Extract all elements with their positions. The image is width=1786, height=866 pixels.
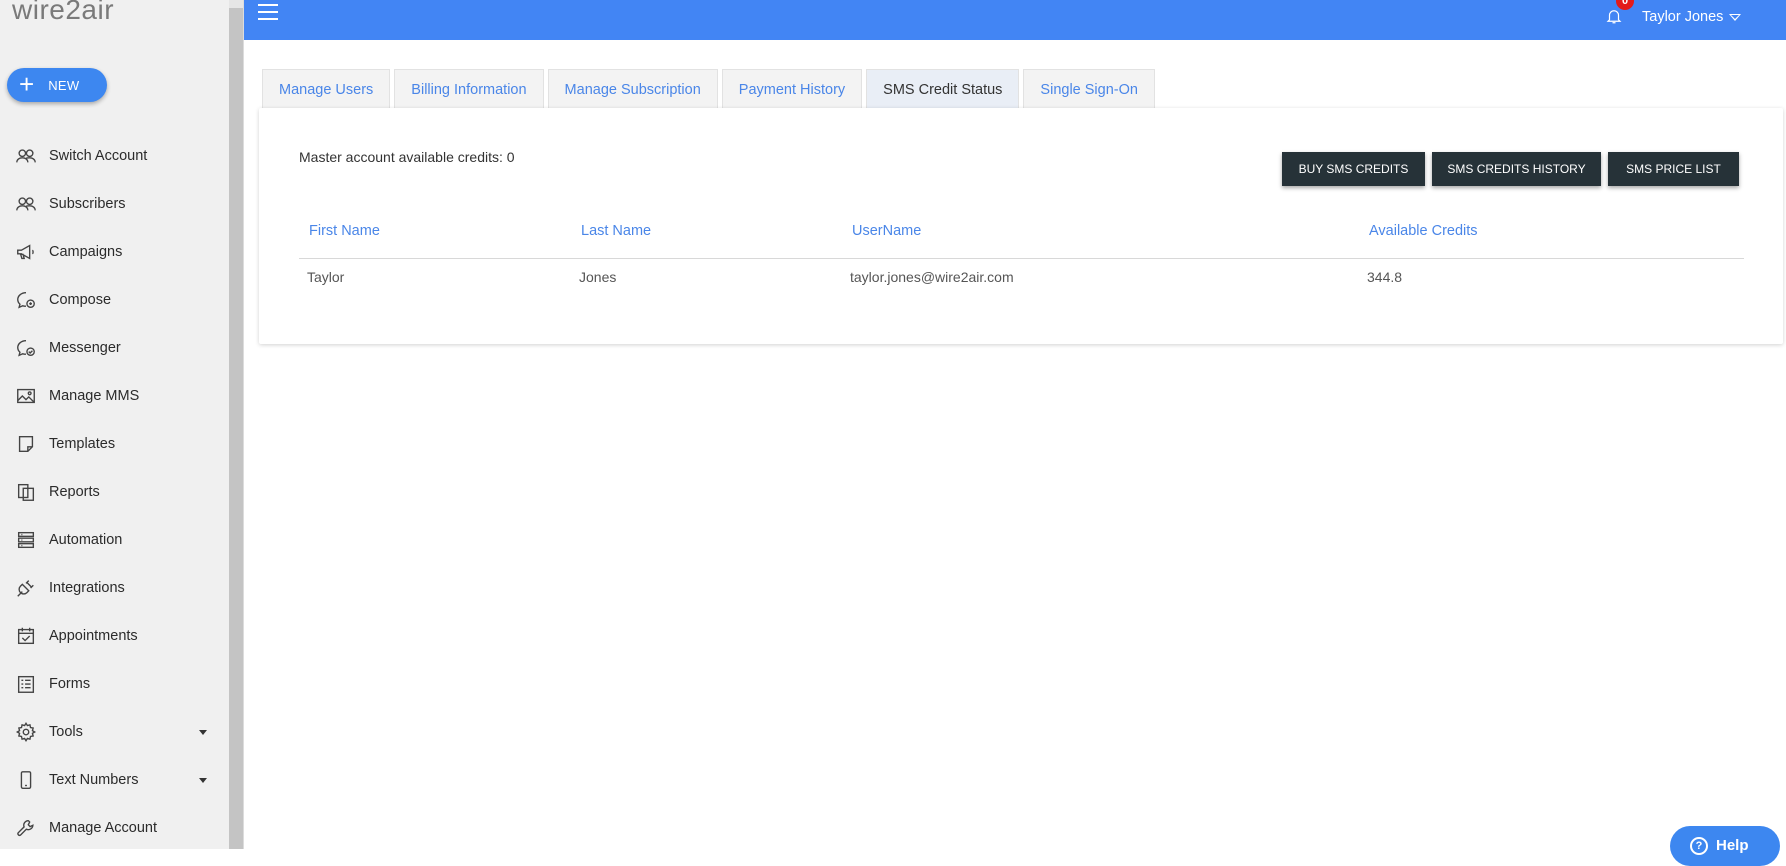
sidebar-item-switch-account[interactable]: Switch Account (0, 132, 229, 180)
master-credits-text: Master account available credits: 0 (299, 149, 515, 165)
column-header-username[interactable]: UserName (852, 223, 921, 239)
sidebar-scrollbar[interactable] (229, 0, 243, 849)
users-icon (14, 144, 38, 168)
sidebar-item-label: Appointments (49, 628, 138, 644)
sidebar-item-label: Switch Account (49, 148, 148, 164)
divider (243, 0, 244, 849)
users-icon (14, 192, 38, 216)
sidebar-item-label: Manage MMS (49, 388, 140, 404)
table-cell-available-credits: 344.8 (1367, 269, 1403, 285)
help-button[interactable]: ? Help (1670, 826, 1780, 866)
top-bar: 0 Taylor Jones (244, 0, 1786, 40)
plug-icon (14, 576, 38, 600)
table-header-divider (299, 258, 1744, 259)
sidebar-item-tools[interactable]: Tools (0, 708, 229, 756)
compose-icon (14, 288, 38, 312)
user-name: Taylor Jones (1642, 9, 1724, 25)
sidebar: wire 2 air + NEW Switch Account Subscrib… (0, 0, 229, 849)
megaphone-icon (14, 240, 38, 264)
buy-sms-credits-button[interactable]: BUY SMS CREDITS (1282, 152, 1425, 186)
sidebar-item-subscribers[interactable]: Subscribers (0, 180, 229, 228)
sidebar-item-campaigns[interactable]: Campaigns (0, 228, 229, 276)
sidebar-item-manage-mms[interactable]: Manage MMS (0, 372, 229, 420)
form-icon (14, 672, 38, 696)
help-icon: ? (1690, 837, 1708, 855)
sidebar-item-label: Subscribers (49, 196, 126, 212)
sidebar-item-label: Automation (49, 532, 123, 548)
sidebar-item-label: Integrations (49, 580, 125, 596)
plus-icon: + (19, 69, 35, 99)
account-tabs: Manage Users Billing Information Manage … (262, 69, 1159, 109)
sms-credit-panel: Master account available credits: 0 BUY … (259, 108, 1783, 344)
sidebar-item-label: Forms (49, 676, 91, 692)
phone-icon (14, 768, 38, 792)
gear-icon (14, 720, 38, 744)
column-header-last-name[interactable]: Last Name (581, 223, 651, 239)
automation-icon (14, 528, 38, 552)
sidebar-item-label: Messenger (49, 340, 121, 356)
tab-payment-history[interactable]: Payment History (721, 69, 863, 109)
copy-icon (14, 480, 38, 504)
sidebar-nav: Switch Account Subscribers Campaigns Com… (0, 132, 229, 852)
help-label: Help (1716, 837, 1749, 854)
tab-manage-users[interactable]: Manage Users (262, 69, 391, 109)
sidebar-item-label: Templates (49, 436, 116, 452)
logo-text-left: wire (12, 0, 66, 25)
new-button[interactable]: + NEW (7, 68, 107, 102)
sidebar-item-label: Text Numbers (49, 772, 139, 788)
messenger-icon (14, 336, 38, 360)
sidebar-item-label: Reports (49, 484, 100, 500)
sidebar-item-templates[interactable]: Templates (0, 420, 229, 468)
sms-credits-history-button[interactable]: SMS CREDITS HISTORY (1432, 152, 1601, 186)
sidebar-item-reports[interactable]: Reports (0, 468, 229, 516)
calendar-icon (14, 624, 38, 648)
sidebar-item-text-numbers[interactable]: Text Numbers (0, 756, 229, 804)
sidebar-item-forms[interactable]: Forms (0, 660, 229, 708)
logo-text-right: air (81, 0, 115, 25)
sidebar-item-automation[interactable]: Automation (0, 516, 229, 564)
sidebar-item-label: Compose (49, 292, 112, 308)
tab-single-sign-on[interactable]: Single Sign-On (1023, 69, 1155, 109)
tab-billing-information[interactable]: Billing Information (394, 69, 544, 109)
sidebar-item-label: Tools (49, 724, 83, 740)
logo-text-mid: 2 (65, 0, 82, 25)
user-menu[interactable]: Taylor Jones (1642, 9, 1742, 25)
note-icon (14, 432, 38, 456)
chevron-down-icon (1729, 13, 1742, 21)
column-header-available-credits[interactable]: Available Credits (1369, 223, 1478, 239)
sidebar-item-compose[interactable]: Compose (0, 276, 229, 324)
sidebar-item-label: Campaigns (49, 244, 123, 260)
sidebar-item-integrations[interactable]: Integrations (0, 564, 229, 612)
sidebar-item-messenger[interactable]: Messenger (0, 324, 229, 372)
sidebar-item-label: Manage Account (49, 820, 158, 836)
wrench-icon (14, 816, 38, 840)
tab-manage-subscription[interactable]: Manage Subscription (547, 69, 718, 109)
scroll-up-arrow[interactable] (229, 0, 243, 8)
table-cell-last-name: Jones (579, 269, 617, 285)
sidebar-item-appointments[interactable]: Appointments (0, 612, 229, 660)
sidebar-item-manage-account[interactable]: Manage Account (0, 804, 229, 852)
new-button-label: NEW (48, 77, 80, 93)
tab-sms-credit-status[interactable]: SMS Credit Status (866, 69, 1020, 109)
chevron-down-icon (199, 778, 207, 783)
menu-icon[interactable] (258, 4, 278, 20)
chevron-down-icon (199, 730, 207, 735)
table-cell-username: taylor.jones@wire2air.com (850, 269, 1014, 285)
table-cell-first-name: Taylor (307, 269, 345, 285)
sms-price-list-button[interactable]: SMS PRICE LIST (1608, 152, 1739, 186)
column-header-first-name[interactable]: First Name (309, 223, 380, 239)
logo[interactable]: wire 2 air (12, 0, 114, 32)
image-icon (14, 384, 38, 408)
